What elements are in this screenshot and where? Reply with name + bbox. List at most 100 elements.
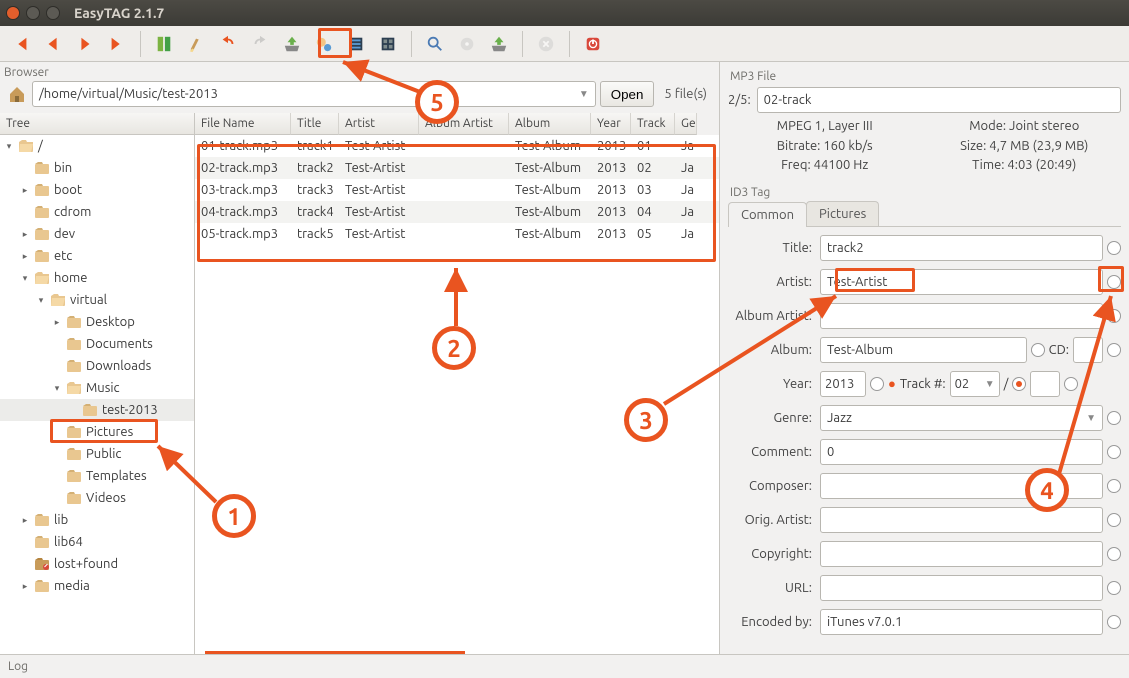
file-list-body[interactable]: 01-track.mp3track1Test-ArtistTest-Album2… xyxy=(195,135,719,654)
tree-row[interactable]: ▸boot xyxy=(0,179,194,201)
undo-button[interactable] xyxy=(215,31,241,57)
orig-artist-input[interactable] xyxy=(820,507,1103,533)
search-button[interactable] xyxy=(422,31,448,57)
window-minimize-button[interactable] xyxy=(26,6,40,20)
column-header[interactable]: Year xyxy=(591,113,631,135)
url-input[interactable] xyxy=(820,575,1103,601)
tree-row[interactable]: Pictures xyxy=(0,421,194,443)
genre-apply-all[interactable] xyxy=(1107,411,1121,425)
table-row[interactable]: 04-track.mp3track4Test-ArtistTest-Album2… xyxy=(195,201,719,223)
prev-button[interactable] xyxy=(40,31,66,57)
column-header[interactable]: Album xyxy=(509,113,591,135)
stop-button[interactable] xyxy=(533,31,559,57)
table-row[interactable]: 05-track.mp3track5Test-ArtistTest-Album2… xyxy=(195,223,719,245)
year-apply-all[interactable] xyxy=(870,377,884,391)
mp3-filename-field[interactable]: 02-track xyxy=(757,87,1121,113)
tree-row[interactable]: Templates xyxy=(0,465,194,487)
column-header[interactable]: Track xyxy=(631,113,675,135)
tree-row[interactable]: cdrom xyxy=(0,201,194,223)
tab-pictures[interactable]: Pictures xyxy=(806,201,879,226)
tree-row[interactable]: ▾Music xyxy=(0,377,194,399)
tree-row[interactable]: Videos xyxy=(0,487,194,509)
write-playlist-button[interactable] xyxy=(486,31,512,57)
url-apply-all[interactable] xyxy=(1107,581,1121,595)
column-header[interactable]: File Name xyxy=(195,113,291,135)
artist-apply-all[interactable] xyxy=(1107,275,1121,289)
column-header[interactable]: Title xyxy=(291,113,339,135)
tree-row[interactable]: ▸dev xyxy=(0,223,194,245)
scan-button[interactable] xyxy=(151,31,177,57)
tree-row[interactable]: ▾home xyxy=(0,267,194,289)
cd-input[interactable] xyxy=(1073,337,1103,363)
table-row[interactable]: 02-track.mp3track2Test-ArtistTest-Album2… xyxy=(195,157,719,179)
next-button[interactable] xyxy=(72,31,98,57)
redo-button[interactable] xyxy=(247,31,273,57)
open-button[interactable]: Open xyxy=(600,81,655,107)
composer-apply-all[interactable] xyxy=(1107,479,1121,493)
year-input[interactable]: 2013 xyxy=(820,371,866,397)
first-button[interactable] xyxy=(8,31,34,57)
tree-row[interactable]: Downloads xyxy=(0,355,194,377)
save-button[interactable] xyxy=(279,31,305,57)
comment-apply-all[interactable] xyxy=(1107,445,1121,459)
tree-row[interactable]: test-2013 xyxy=(0,399,194,421)
tab-common[interactable]: Common xyxy=(728,202,807,227)
tree-row[interactable]: ▸lib xyxy=(0,509,194,531)
title-input[interactable]: track2 xyxy=(820,235,1103,261)
tree-header[interactable]: Tree xyxy=(0,113,194,135)
cd-apply-all[interactable] xyxy=(1107,343,1121,357)
home-icon[interactable] xyxy=(6,83,28,105)
tree-expander-icon[interactable]: ▸ xyxy=(20,185,30,196)
table-row[interactable]: 01-track.mp3track1Test-ArtistTest-Album2… xyxy=(195,135,719,157)
last-button[interactable] xyxy=(104,31,130,57)
tree-expander-icon[interactable]: ▸ xyxy=(20,581,30,592)
column-header[interactable]: Artist xyxy=(339,113,419,135)
comment-input[interactable]: 0 xyxy=(820,439,1103,465)
title-apply-all[interactable] xyxy=(1107,241,1121,255)
track-apply-all[interactable] xyxy=(1064,377,1078,391)
tree-row[interactable]: ▸etc xyxy=(0,245,194,267)
quit-button[interactable] xyxy=(580,31,606,57)
tree-expander-icon[interactable]: ▸ xyxy=(20,229,30,240)
encoded-by-input[interactable]: iTunes v7.0.1 xyxy=(820,609,1103,635)
album-input[interactable]: Test-Album xyxy=(820,337,1027,363)
tree-row[interactable]: ▸media xyxy=(0,575,194,597)
track-auto[interactable] xyxy=(1012,377,1026,391)
clear-button[interactable] xyxy=(183,31,209,57)
genre-combo[interactable]: Jazz▼ xyxy=(820,405,1103,431)
artist-input[interactable]: Test-Artist xyxy=(820,269,1103,295)
tree-row[interactable]: ▾virtual xyxy=(0,289,194,311)
album-artist-input[interactable] xyxy=(820,303,1103,329)
tree-row[interactable]: Documents xyxy=(0,333,194,355)
tree-row[interactable]: Public xyxy=(0,443,194,465)
tree-row[interactable]: ▸Desktop xyxy=(0,311,194,333)
copyright-apply-all[interactable] xyxy=(1107,547,1121,561)
tree-expander-icon[interactable]: ▾ xyxy=(20,273,30,284)
tree-row[interactable]: bin xyxy=(0,157,194,179)
track-number-input[interactable]: 02▼ xyxy=(950,371,1000,397)
column-header[interactable]: Album Artist xyxy=(419,113,509,135)
tree-row[interactable]: lost+found xyxy=(0,553,194,575)
encoded-by-apply-all[interactable] xyxy=(1107,615,1121,629)
column-header[interactable]: Ge xyxy=(675,113,697,135)
window-close-button[interactable] xyxy=(6,6,20,20)
album-apply-all[interactable] xyxy=(1031,343,1045,357)
orig-artist-apply-all[interactable] xyxy=(1107,513,1121,527)
window-maximize-button[interactable] xyxy=(46,6,60,20)
composer-input[interactable] xyxy=(820,473,1103,499)
copyright-input[interactable] xyxy=(820,541,1103,567)
cddb-disc-button[interactable] xyxy=(454,31,480,57)
tree-expander-icon[interactable]: ▾ xyxy=(52,383,62,394)
tree-row[interactable]: lib64 xyxy=(0,531,194,553)
tree-expander-icon[interactable]: ▾ xyxy=(36,295,46,306)
path-dropdown-icon[interactable]: ▼ xyxy=(579,88,589,100)
tree-row[interactable]: ▾/ xyxy=(0,135,194,157)
album-artist-apply-all[interactable] xyxy=(1107,309,1121,323)
table-row[interactable]: 03-track.mp3track3Test-ArtistTest-Album2… xyxy=(195,179,719,201)
cddb-button[interactable] xyxy=(311,31,337,57)
tree-expander-icon[interactable]: ▸ xyxy=(20,251,30,262)
tree-expander-icon[interactable]: ▸ xyxy=(52,317,62,328)
tree-expander-icon[interactable]: ▸ xyxy=(20,515,30,526)
list-scrollbar[interactable] xyxy=(205,651,465,654)
view-list-button[interactable] xyxy=(343,31,369,57)
